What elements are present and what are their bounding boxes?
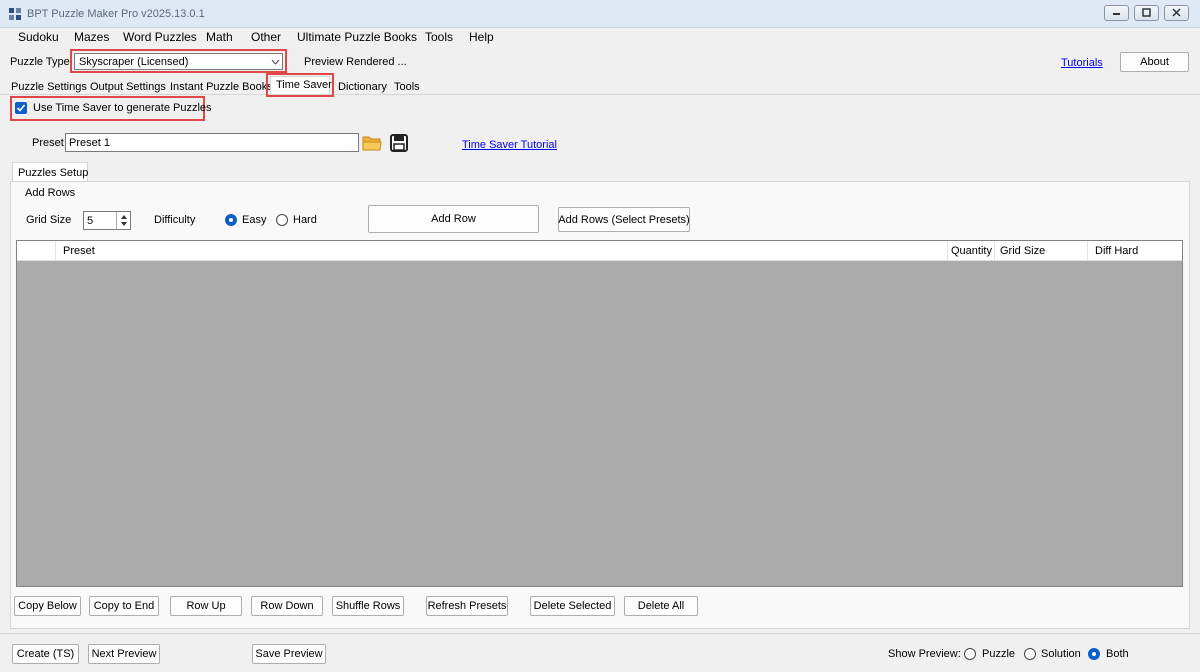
shuffle-rows-button[interactable]: Shuffle Rows (332, 596, 404, 616)
easy-radio[interactable] (225, 214, 237, 226)
minimize-icon (1113, 13, 1120, 15)
tab-dictionary[interactable]: Dictionary (338, 81, 387, 97)
column-divider (1087, 241, 1088, 261)
open-folder-icon[interactable] (362, 134, 382, 152)
tab-instant-puzzle-books[interactable]: Instant Puzzle Books (170, 81, 273, 97)
hard-label: Hard (293, 214, 317, 226)
tab-time-saver-label: Time Saver (276, 79, 332, 91)
menu-sudoku[interactable]: Sudoku (18, 30, 59, 44)
both-radio[interactable] (1088, 648, 1100, 660)
menu-other[interactable]: Other (251, 30, 281, 44)
tab-tools[interactable]: Tools (394, 81, 420, 97)
tutorials-link[interactable]: Tutorials (1061, 57, 1103, 69)
menu-mazes[interactable]: Mazes (74, 30, 109, 44)
checkmark-icon (16, 104, 26, 112)
easy-label: Easy (242, 214, 267, 226)
add-row-button[interactable]: Add Row (368, 205, 539, 233)
delete-selected-button[interactable]: Delete Selected (530, 596, 615, 616)
preset-value: Preset 1 (69, 137, 110, 149)
puzzle-radio-label: Puzzle (982, 648, 1016, 660)
column-divider (55, 241, 56, 261)
bottom-divider (0, 633, 1200, 634)
maximize-button[interactable] (1134, 5, 1159, 21)
copy-below-button[interactable]: Copy Below (14, 596, 81, 616)
add-rows-select-presets-button[interactable]: Add Rows (Select Presets) (558, 207, 690, 232)
delete-all-button[interactable]: Delete All (624, 596, 698, 616)
up-down-arrows-icon (121, 215, 127, 226)
save-icon[interactable] (389, 134, 409, 152)
grid-size-label: Grid Size (26, 214, 72, 226)
title-bar: BPT Puzzle Maker Pro v2025.13.0.1 (0, 0, 1200, 28)
close-icon (1172, 8, 1181, 17)
difficulty-label: Difficulty (154, 214, 196, 226)
menu-ultimate-puzzle-books[interactable]: Ultimate Puzzle Books (297, 30, 417, 44)
stepper-arrows[interactable] (116, 212, 130, 229)
column-divider (947, 241, 948, 261)
save-preview-button[interactable]: Save Preview (252, 644, 326, 664)
solution-radio-label: Solution (1041, 648, 1081, 660)
puzzle-type-label: Puzzle Type (10, 56, 70, 68)
column-header-diff-hard[interactable]: Diff Hard (1095, 245, 1138, 257)
tab-output-settings[interactable]: Output Settings (90, 81, 166, 97)
both-radio-label: Both (1106, 648, 1129, 660)
tab-puzzle-settings[interactable]: Puzzle Settings (11, 81, 87, 97)
tab-time-saver[interactable]: Time Saver (270, 76, 332, 94)
hard-radio[interactable] (276, 214, 288, 226)
grid-size-stepper[interactable]: 5 (83, 211, 131, 230)
preview-status: Preview Rendered ... (304, 56, 407, 68)
minimize-button[interactable] (1104, 5, 1129, 21)
use-time-saver-checkbox[interactable] (15, 102, 27, 114)
menu-help[interactable]: Help (469, 30, 494, 44)
use-time-saver-label: Use Time Saver to generate Puzzles (33, 102, 212, 114)
tab-puzzles-setup[interactable]: Puzzles Setup (12, 162, 88, 181)
app-icon (9, 8, 21, 20)
time-saver-tutorial-link[interactable]: Time Saver Tutorial (462, 139, 557, 151)
window-title: BPT Puzzle Maker Pro v2025.13.0.1 (27, 8, 205, 20)
column-header-quantity[interactable]: Quantity (951, 245, 992, 257)
refresh-presets-button[interactable]: Refresh Presets (426, 596, 508, 616)
maximize-icon (1142, 8, 1151, 17)
next-preview-button[interactable]: Next Preview (88, 644, 160, 664)
tab-puzzles-setup-label: Puzzles Setup (18, 167, 89, 179)
about-button[interactable]: About (1120, 52, 1189, 72)
show-preview-label: Show Preview: (888, 648, 961, 660)
presets-table[interactable]: Preset Quantity Grid Size Diff Hard (16, 240, 1183, 587)
puzzle-radio[interactable] (964, 648, 976, 660)
menu-math[interactable]: Math (206, 30, 233, 44)
column-header-grid-size[interactable]: Grid Size (1000, 245, 1045, 257)
close-button[interactable] (1164, 5, 1189, 21)
preset-label: Preset (32, 137, 64, 149)
puzzle-type-value: Skyscraper (Licensed) (79, 56, 189, 68)
row-up-button[interactable]: Row Up (170, 596, 242, 616)
grid-size-value: 5 (87, 215, 94, 227)
table-header: Preset Quantity Grid Size Diff Hard (17, 241, 1182, 261)
column-divider (994, 241, 995, 261)
create-ts-button[interactable]: Create (TS) (12, 644, 79, 664)
chevron-down-icon (271, 59, 280, 65)
row-down-button[interactable]: Row Down (251, 596, 323, 616)
menu-bar: Sudoku Mazes Word Puzzles Math Other Ult… (0, 28, 1200, 48)
menu-word-puzzles[interactable]: Word Puzzles (123, 30, 197, 44)
column-header-preset[interactable]: Preset (63, 245, 95, 257)
add-rows-group-label: Add Rows (25, 187, 76, 199)
copy-to-end-button[interactable]: Copy to End (89, 596, 159, 616)
puzzle-type-select[interactable]: Skyscraper (Licensed) (74, 53, 283, 70)
menu-tools[interactable]: Tools (425, 30, 453, 44)
solution-radio[interactable] (1024, 648, 1036, 660)
preset-input[interactable]: Preset 1 (65, 133, 359, 152)
